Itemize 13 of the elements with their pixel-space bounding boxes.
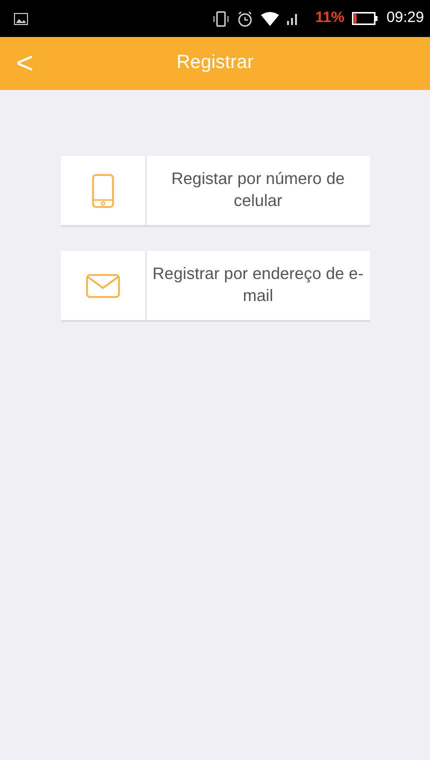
phone-icon [92,174,114,208]
signal-icon [287,12,300,24]
envelope-icon [86,274,120,298]
battery-percent: 11% [315,8,344,28]
wifi-icon [261,12,280,26]
register-option[interactable]: Registrar por endereço de e-mail [60,251,370,322]
clock-time: 09:29 [386,8,424,28]
battery-icon [352,12,378,25]
picture-icon [14,12,28,24]
alarm-icon [237,10,254,26]
vibrate-icon [213,10,230,26]
register-option[interactable]: Registar por número de celular [60,156,370,227]
page-title: Registrar [176,51,254,76]
